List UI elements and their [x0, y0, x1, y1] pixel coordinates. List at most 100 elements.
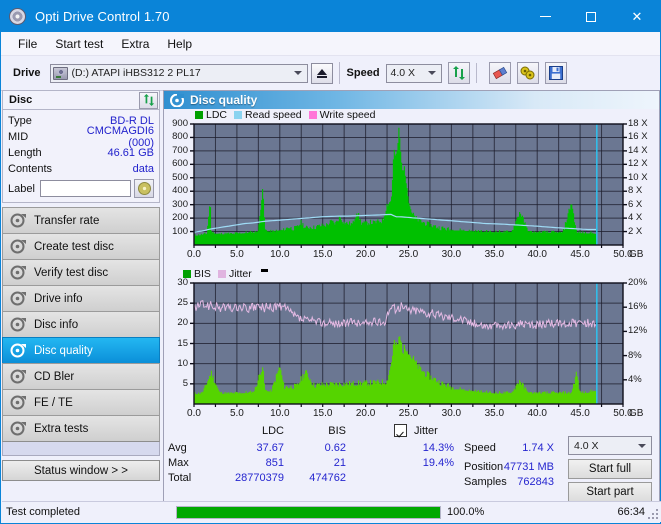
y-tick-label: 100 — [172, 225, 188, 237]
disc-row-mid: MID CMCMAGDI6 (000) — [8, 125, 154, 149]
disc-label-button[interactable] — [134, 179, 154, 198]
nav-list: Transfer rate Create test disc Verify te… — [2, 207, 160, 442]
stats-max-bis: 21 — [333, 457, 346, 469]
y2-tick-label: 2 X — [628, 225, 643, 237]
refresh-icon — [452, 66, 465, 80]
sidebar-item-label: FE / TE — [34, 396, 73, 409]
sidebar-item-disc-info[interactable]: Disc info — [2, 311, 160, 338]
sidebar-item-label: Drive info — [34, 292, 83, 305]
chart1-svg — [190, 123, 627, 248]
disc-test-icon — [10, 213, 27, 228]
start-full-button[interactable]: Start full — [568, 459, 652, 479]
stats-header-ldc: LDC — [261, 425, 284, 437]
chevron-down-icon — [427, 71, 436, 75]
sidebar-item-cd-bler[interactable]: CD Bler — [2, 363, 160, 390]
samples-value: 762843 — [517, 476, 554, 488]
y-tick-label: 400 — [172, 185, 188, 197]
disc-row-contents: Contents data — [8, 161, 154, 177]
refresh-button[interactable] — [447, 62, 470, 84]
disc-label-row: Label — [8, 179, 154, 198]
disc-mid-value: CMCMAGDI6 (000) — [86, 125, 154, 149]
x-tick-label: 30.0 — [441, 408, 462, 419]
minimize-icon — [539, 16, 551, 17]
elapsed-time: 66:34 — [617, 506, 645, 518]
x-tick-label: 30.0 — [441, 249, 462, 260]
legend-swatch — [234, 111, 243, 119]
sidebar-item-fe-te[interactable]: FE / TE — [2, 389, 160, 416]
sidebar-item-extra-tests[interactable]: Extra tests — [2, 415, 160, 442]
y-tick-label: 200 — [172, 212, 188, 224]
jitter-checkbox[interactable] — [394, 424, 407, 437]
status-bar: Test completed 100.0% 66:34 — [2, 501, 661, 522]
y2-tick-label: 12% — [628, 325, 648, 337]
x-tick-label: 25.0 — [398, 249, 419, 260]
stats-max-jitter: 19.4% — [422, 457, 454, 469]
disc-refresh-button[interactable] — [139, 91, 158, 109]
toolbar-divider-2 — [475, 63, 477, 83]
test-speed-select[interactable]: 4.0 X — [568, 436, 652, 455]
sidebar-item-label: Create test disc — [34, 240, 114, 253]
toolbar: Drive (D:) ATAPI iHBS312 2 PL17 Speed 4.… — [1, 56, 660, 91]
disc-test-icon — [10, 317, 27, 332]
stats-header-bis: BIS — [328, 425, 346, 437]
y2-tick-label: 20% — [628, 277, 648, 288]
disc-contents-label: Contents — [8, 163, 53, 175]
menu-extra[interactable]: Extra — [112, 34, 158, 54]
disc-test-icon — [10, 239, 27, 254]
sidebar-item-drive-info[interactable]: Drive info — [2, 285, 160, 312]
tools-button[interactable] — [516, 62, 539, 84]
minimize-button[interactable] — [522, 1, 568, 32]
menu-file[interactable]: File — [9, 34, 46, 54]
disc-contents-value: data — [132, 163, 154, 175]
y2-tick-label: 12 X — [628, 158, 648, 170]
y2-tick-label: 4% — [628, 373, 642, 385]
disc-test-icon — [10, 265, 27, 280]
erase-icon — [492, 66, 507, 80]
start-part-button[interactable]: Start part — [568, 482, 652, 502]
close-button[interactable]: ✕ — [614, 1, 660, 32]
chart1-legend: LDC Read speed Write speed — [164, 109, 659, 121]
stats-max-ldc: 851 — [265, 457, 284, 469]
erase-button[interactable] — [488, 62, 511, 84]
left-panel: Disc Type BD-R DL MID CMCMAGDI6 (000) Le… — [2, 90, 160, 481]
sidebar-item-label: Verify test disc — [34, 266, 109, 279]
drive-select[interactable]: (D:) ATAPI iHBS312 2 PL17 — [49, 63, 308, 83]
legend-label: Read speed — [245, 109, 302, 121]
legend-entry-read-speed: Read speed — [234, 109, 302, 121]
sidebar-item-transfer-rate[interactable]: Transfer rate — [2, 207, 160, 234]
sidebar-item-verify-test-disc[interactable]: Verify test disc — [2, 259, 160, 286]
y2-tick-label: 16 X — [628, 131, 648, 143]
resize-grip[interactable] — [647, 508, 658, 519]
menu-start-test[interactable]: Start test — [46, 34, 112, 54]
drive-select-value: (D:) ATAPI iHBS312 2 PL17 — [71, 67, 201, 79]
main-header: Disc quality — [164, 91, 659, 109]
save-button[interactable] — [544, 62, 567, 84]
chevron-down-icon — [293, 71, 302, 75]
stats-header-jitter: Jitter — [414, 425, 438, 437]
title-bar: Opti Drive Control 1.70 ✕ — [1, 1, 660, 32]
window-title: Opti Drive Control 1.70 — [35, 9, 170, 24]
sidebar-item-label: CD Bler — [34, 370, 75, 383]
y-tick-label: 5 — [182, 377, 188, 389]
stats-total-bis: 474762 — [309, 472, 346, 484]
x-tick-label: 45.0 — [570, 408, 590, 419]
disc-test-icon — [10, 343, 27, 358]
menu-help[interactable]: Help — [158, 34, 201, 54]
status-window-button[interactable]: Status window > > — [2, 460, 160, 481]
y-tick-label: 700 — [172, 144, 188, 156]
legend-label: BIS — [194, 268, 211, 280]
speed-select[interactable]: 4.0 X — [385, 63, 442, 83]
x-tick-label: 40.0 — [527, 249, 547, 260]
sidebar-item-disc-quality[interactable]: Disc quality — [2, 337, 160, 364]
x-axis-label: GB — [629, 408, 644, 419]
eject-button[interactable] — [310, 62, 333, 84]
drive-icon — [52, 66, 68, 80]
test-speed-value: 4.0 X — [574, 439, 599, 452]
sidebar-item-create-test-disc[interactable]: Create test disc — [2, 233, 160, 260]
y2-tick-label: 8 X — [628, 185, 643, 197]
maximize-button[interactable] — [568, 1, 614, 32]
refresh-icon — [143, 94, 154, 106]
x-tick-label: 5.0 — [229, 249, 244, 260]
disc-info-body: Type BD-R DL MID CMCMAGDI6 (000) Length … — [2, 109, 160, 203]
disc-label-input[interactable] — [39, 180, 131, 197]
